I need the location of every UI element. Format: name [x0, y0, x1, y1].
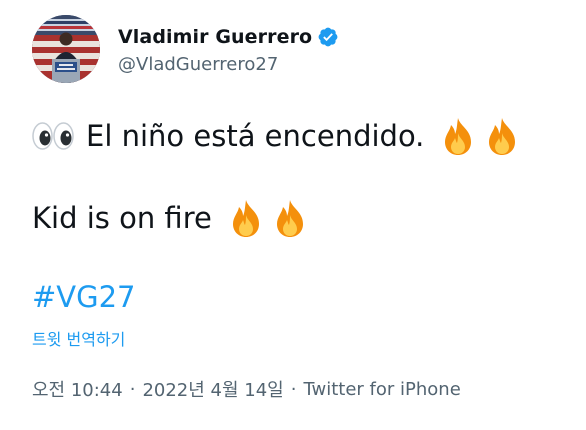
user-handle[interactable]: @VladGuerrero27: [118, 54, 339, 75]
tweet-time[interactable]: 오전 10:44: [32, 376, 123, 402]
tweet-text-line-1: El niño está encendido.: [32, 114, 522, 158]
tweet-card: Vladimir Guerrero @VladGuerrero27 El niñ…: [0, 0, 586, 430]
fire-emoji-icon: [226, 198, 266, 238]
tweet-source[interactable]: Twitter for iPhone: [303, 379, 460, 400]
separator-dot: ·: [129, 378, 136, 400]
user-names: Vladimir Guerrero @VladGuerrero27: [118, 24, 339, 75]
tweet-text-english: Kid is on fire: [32, 201, 212, 235]
avatar[interactable]: [32, 15, 100, 83]
fire-emoji-icon: [270, 198, 310, 238]
avatar-image: [32, 15, 100, 83]
tweet-text-line-2: Kid is on fire: [32, 196, 310, 240]
name-row: Vladimir Guerrero: [118, 24, 339, 50]
eyes-emoji-icon: [32, 116, 74, 156]
fire-emoji-icon: [438, 116, 478, 156]
tweet-metadata: 오전 10:44 · 2022년 4월 14일 · Twitter for iP…: [32, 376, 461, 402]
hashtag-link[interactable]: #VG27: [32, 280, 136, 314]
separator-dot: ·: [290, 378, 297, 400]
tweet-text-spanish: El niño está encendido.: [86, 119, 425, 153]
tweet-header: Vladimir Guerrero @VladGuerrero27: [32, 14, 339, 84]
display-name[interactable]: Vladimir Guerrero: [118, 26, 312, 48]
translate-tweet-link[interactable]: 트윗 번역하기: [32, 326, 125, 350]
fire-emoji-icon: [482, 116, 522, 156]
tweet-date[interactable]: 2022년 4월 14일: [142, 376, 283, 402]
verified-badge-icon: [317, 26, 339, 48]
